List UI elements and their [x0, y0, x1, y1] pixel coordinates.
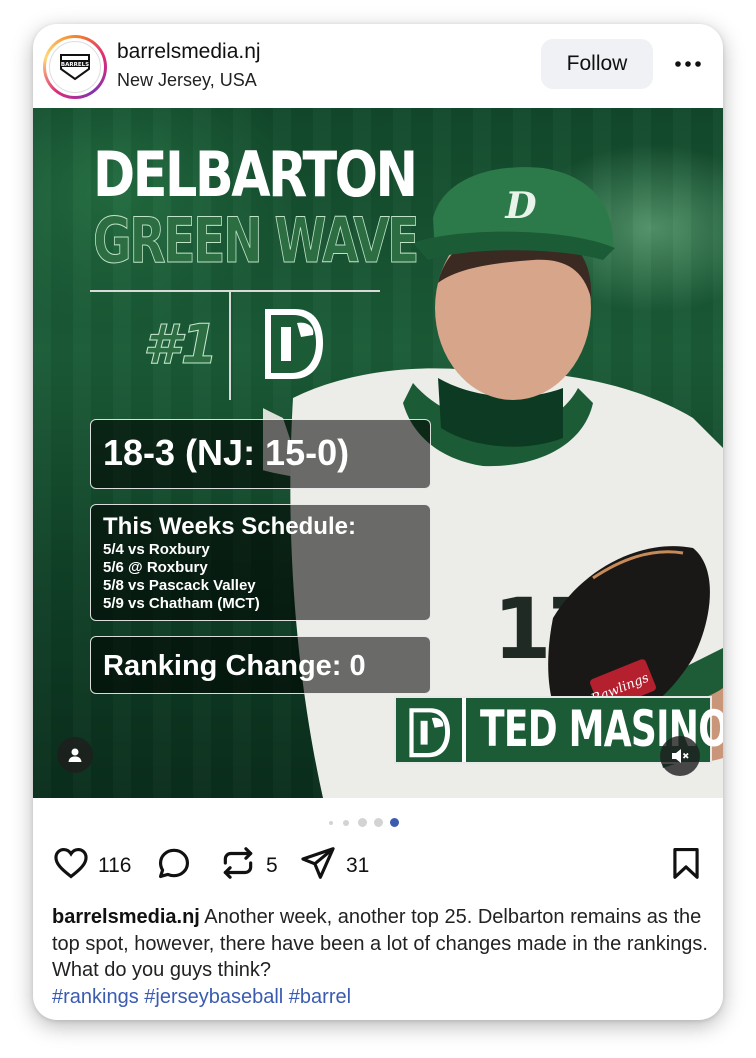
carousel-dot [343, 820, 349, 826]
carousel-dot [329, 821, 333, 825]
bookmark-icon[interactable] [667, 844, 705, 882]
schedule-item: 5/4 vs Roxbury [103, 541, 210, 558]
header-location[interactable]: New Jersey, USA [117, 70, 257, 91]
schedule-item: 5/6 @ Roxbury [103, 559, 208, 576]
post-card: BARRELS barrelsmedia.nj New Jersey, USA … [33, 24, 723, 1020]
caption-username[interactable]: barrelsmedia.nj [52, 906, 200, 928]
repost-count[interactable]: 5 [266, 854, 278, 878]
follow-button[interactable]: Follow [541, 39, 653, 89]
repost-icon[interactable] [219, 844, 257, 882]
rank-label: #1 [142, 313, 219, 377]
ranking-change-box: Ranking Change: 0 [90, 636, 431, 694]
post-caption: barrelsmedia.nj Another week, another to… [52, 904, 712, 1010]
action-bar: 116 5 31 [33, 844, 723, 894]
team-name-line2: GREEN WAVE [93, 204, 420, 278]
avatar[interactable]: BARRELS [43, 35, 107, 99]
carousel-indicator [323, 817, 433, 829]
comment-icon[interactable] [155, 844, 193, 882]
like-count[interactable]: 116 [98, 854, 131, 878]
carousel-dot [374, 818, 383, 827]
tagged-user-icon[interactable] [57, 737, 93, 773]
barrels-logo: BARRELS [49, 41, 101, 93]
schedule-box: This Weeks Schedule: 5/4 vs Roxbury 5/6 … [90, 504, 431, 621]
schedule-item: 5/9 vs Chatham (MCT) [103, 595, 260, 612]
header-username[interactable]: barrelsmedia.nj [117, 40, 261, 64]
team-name-line1: DELBARTON [93, 138, 418, 211]
post-header: BARRELS barrelsmedia.nj New Jersey, USA … [33, 24, 723, 108]
heart-icon[interactable] [52, 844, 90, 882]
carousel-dot-active [390, 818, 399, 827]
more-options-icon[interactable] [673, 54, 703, 74]
divider [90, 290, 380, 292]
delbarton-d-logo [409, 708, 450, 758]
schedule-title: This Weeks Schedule: [103, 513, 356, 540]
schedule-item: 5/8 vs Pascack Valley [103, 577, 256, 594]
delbarton-d-logo [265, 309, 323, 379]
mute-icon[interactable] [660, 736, 700, 776]
avatar-logo-text: BARRELS [61, 62, 89, 68]
divider [229, 290, 231, 400]
caption-hashtags[interactable]: #rankings #jerseybaseball #barrel [52, 986, 351, 1008]
carousel-dot [358, 818, 367, 827]
svg-text:D: D [504, 185, 536, 227]
post-image[interactable]: D 17 Rawlings DELBARTON GREEN WAVE #1 18… [33, 108, 723, 798]
share-count[interactable]: 31 [346, 854, 369, 878]
record-box: 18-3 (NJ: 15-0) [90, 419, 431, 489]
share-icon[interactable] [299, 844, 337, 882]
